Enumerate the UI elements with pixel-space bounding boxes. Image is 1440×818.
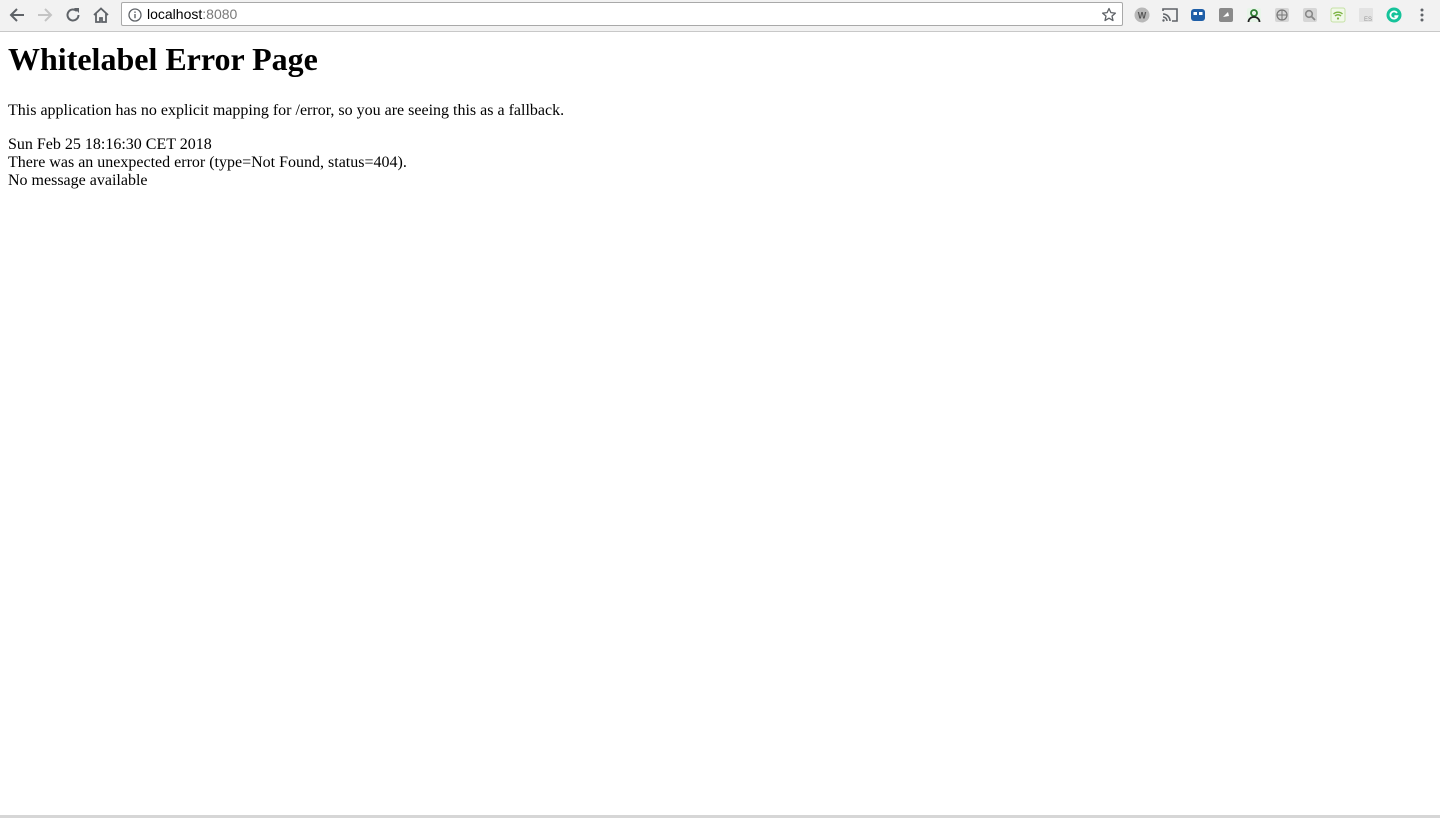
browser-toolbar: localhost:8080 W ES	[0, 0, 1440, 32]
star-icon[interactable]	[1100, 6, 1117, 23]
globe-extension-icon[interactable]	[1272, 5, 1292, 25]
kebab-menu-icon[interactable]	[1413, 5, 1431, 25]
info-icon[interactable]	[127, 7, 142, 22]
error-timestamp: Sun Feb 25 18:16:30 CET 2018	[8, 136, 212, 153]
forward-button[interactable]	[33, 4, 57, 26]
gray-square-extension-icon[interactable]	[1216, 5, 1236, 25]
reload-button[interactable]	[61, 4, 85, 26]
url-port: :8080	[202, 6, 238, 22]
error-message: No message available	[8, 172, 148, 189]
svg-text:ES: ES	[1364, 17, 1372, 23]
home-button[interactable]	[89, 4, 113, 26]
arrow-left-icon	[9, 8, 24, 22]
w-extension-icon[interactable]: W	[1132, 5, 1152, 25]
page-title: Whitelabel Error Page	[8, 41, 318, 77]
page-content: Whitelabel Error Page This application h…	[8, 33, 1432, 190]
address-bar[interactable]: localhost:8080	[121, 2, 1123, 26]
green-person-extension-icon[interactable]	[1244, 5, 1264, 25]
svg-text:W: W	[1138, 11, 1147, 21]
fallback-text: This application has no explicit mapping…	[8, 102, 565, 119]
error-details: Sun Feb 25 18:16:30 CET 2018 There was a…	[8, 136, 1432, 190]
back-button[interactable]	[5, 4, 29, 26]
es-extension-icon[interactable]: ES	[1356, 5, 1376, 25]
blue-extension-icon[interactable]	[1188, 5, 1208, 25]
reload-icon	[66, 8, 80, 22]
grammarly-icon[interactable]	[1384, 5, 1404, 25]
url-text[interactable]: localhost:8080	[147, 6, 237, 23]
arrow-right-icon	[38, 8, 53, 22]
search-extension-icon[interactable]	[1300, 5, 1320, 25]
home-icon	[93, 7, 109, 23]
error-description: There was an unexpected error (type=Not …	[8, 154, 407, 171]
wifi-extension-icon[interactable]	[1328, 5, 1348, 25]
url-host: localhost	[147, 6, 203, 22]
cast-icon[interactable]	[1160, 5, 1180, 25]
